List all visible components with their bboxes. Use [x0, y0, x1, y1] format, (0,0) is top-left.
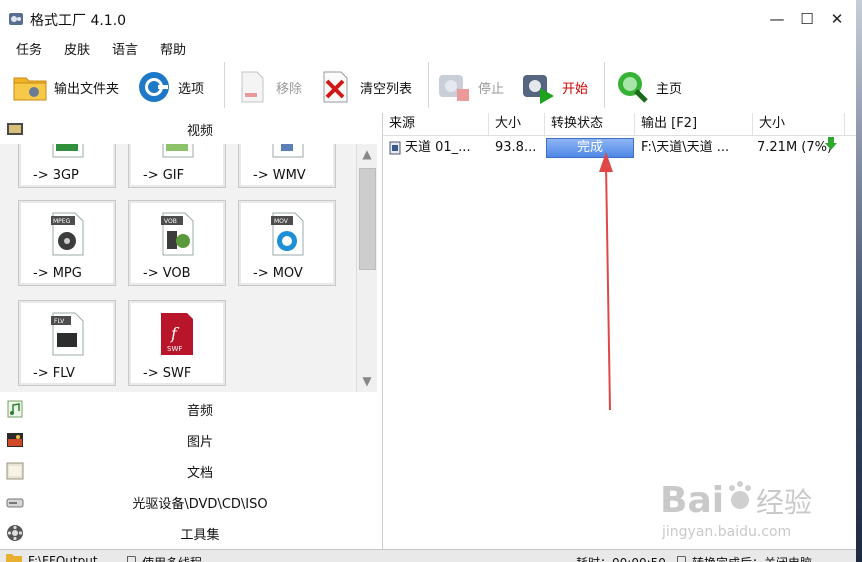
after-done-label: 转换完成后：关闭电脑 [692, 554, 812, 562]
category-panel: 视频 -> 3GP -> GIF -> WMV MPEG -> MPG VOB … [0, 114, 381, 549]
clear-list-icon [323, 71, 348, 103]
menu-task[interactable]: 任务 [16, 39, 42, 58]
wmv-file-icon [272, 144, 304, 158]
vob-file-icon: VOB [161, 212, 194, 256]
task-output: F:\天道\天道 ... [641, 140, 730, 155]
multithread-checkbox[interactable]: ☐ [126, 554, 137, 562]
multithread-label: 使用多线程 [142, 554, 202, 562]
clear-list-button[interactable]: 清空列表 [318, 66, 412, 108]
mpg-badge: MPEG [53, 218, 71, 225]
flv-file-icon: FLV [51, 312, 84, 356]
toolbar-divider [604, 62, 605, 108]
app-window: 格式工厂 4.1.0 — ☐ ✕ 任务 皮肤 语言 帮助 输出文件夹 选项 移除… [0, 0, 857, 562]
start-button[interactable]: 开始 [520, 66, 588, 108]
baidu-watermark: Bai 经验 jingyan.baidu.com [660, 480, 812, 540]
elapsed-time: 耗时：00:00:50 [576, 554, 666, 562]
options-button[interactable]: 选项 [136, 66, 204, 108]
format-grid-scrollbar[interactable]: ▲ ▼ [356, 144, 377, 392]
status-bar: F:\FFOutput ☐ 使用多线程 耗时：00:00:50 ☐ 转换完成后：… [0, 549, 856, 562]
toolbar-divider [224, 62, 225, 108]
menu-bar: 任务 皮肤 语言 帮助 [0, 38, 856, 60]
app-icon [9, 13, 23, 25]
gif-file-icon [162, 144, 194, 158]
format-flv-button[interactable]: FLV -> FLV [18, 300, 116, 386]
clear-list-label: 清空列表 [360, 81, 413, 97]
format-3gp-button[interactable]: -> 3GP [18, 144, 116, 188]
options-icon [139, 72, 169, 102]
category-image[interactable]: 图片 [0, 425, 380, 454]
vob-badge: VOB [164, 218, 177, 225]
mov-badge: MOV [274, 218, 289, 225]
options-label: 选项 [178, 81, 205, 97]
task-table-header: 来源 大小 转换状态 输出 [F2] 大小 [383, 113, 856, 136]
start-icon [523, 75, 554, 104]
category-audio[interactable]: 音频 [0, 394, 380, 423]
scroll-down-arrow-icon[interactable]: ▼ [360, 374, 374, 388]
scroll-up-arrow-icon[interactable]: ▲ [360, 147, 374, 161]
menu-help[interactable]: 帮助 [160, 39, 186, 58]
close-button[interactable]: ✕ [822, 6, 852, 32]
after-done-checkbox[interactable]: ☐ [676, 554, 687, 562]
column-status[interactable]: 转换状态 [545, 113, 635, 135]
remove-button[interactable]: 移除 [234, 66, 302, 108]
desktop-edge [856, 0, 862, 562]
menu-skin[interactable]: 皮肤 [64, 39, 90, 58]
output-folder-label: 输出文件夹 [54, 81, 120, 97]
table-row[interactable]: 天道 01_... 93.8... 完成 F:\天道\天道 ... 7.21M … [383, 137, 856, 159]
annotation-arrow [599, 152, 613, 411]
category-tools[interactable]: 工具集 [0, 518, 380, 547]
remove-icon [241, 71, 264, 103]
column-output-size[interactable]: 大小 [753, 113, 845, 135]
home-label: 主页 [656, 81, 683, 97]
category-video[interactable]: 视频 [0, 114, 380, 143]
watermark-url: jingyan.baidu.com [661, 524, 791, 540]
column-output[interactable]: 输出 [F2] [635, 113, 753, 135]
home-button[interactable]: 主页 [614, 66, 682, 108]
folder-icon [13, 77, 47, 101]
mpg-file-icon: MPEG [51, 212, 84, 256]
remove-label: 移除 [276, 81, 303, 97]
format-grid: -> 3GP -> GIF -> WMV MPEG -> MPG VOB -> … [0, 144, 356, 392]
format-vob-button[interactable]: VOB -> VOB [128, 200, 226, 286]
task-source: 天道 01_... [405, 140, 471, 155]
output-folder-button[interactable]: 输出文件夹 [12, 66, 119, 108]
swf-badge: SWF [167, 345, 182, 353]
start-label: 开始 [562, 81, 589, 97]
3gp-file-icon [52, 144, 84, 158]
category-optical-drive[interactable]: 光驱设备\DVD\CD\ISO [0, 487, 380, 516]
scrollbar-thumb[interactable] [359, 168, 376, 270]
menu-language[interactable]: 语言 [112, 39, 138, 58]
task-size: 93.8... [495, 140, 537, 155]
mov-file-icon: MOV [271, 212, 304, 256]
swf-file-icon: fSWF [161, 313, 193, 355]
column-size[interactable]: 大小 [489, 113, 545, 135]
format-wmv-button[interactable]: -> WMV [238, 144, 336, 188]
column-source[interactable]: 来源 [383, 113, 489, 135]
down-arrow-icon [825, 137, 837, 150]
window-title: 格式工厂 4.1.0 [30, 13, 127, 29]
format-mpg-button[interactable]: MPEG -> MPG [18, 200, 116, 286]
output-path[interactable]: F:\FFOutput [28, 554, 98, 562]
home-globe-icon [618, 72, 648, 103]
title-bar: 格式工厂 4.1.0 — ☐ ✕ [0, 0, 856, 38]
stop-label: 停止 [478, 81, 505, 97]
format-swf-button[interactable]: f SWF -> SWF [128, 300, 226, 386]
watermark-brand-cn: 经验 [756, 486, 812, 519]
format-gif-button[interactable]: -> GIF [128, 144, 226, 188]
flv-badge: FLV [54, 318, 65, 325]
format-mov-button[interactable]: MOV -> MOV [238, 200, 336, 286]
folder-icon [6, 554, 22, 562]
maximize-button[interactable]: ☐ [792, 6, 822, 32]
stop-icon [439, 75, 469, 101]
toolbar-divider [428, 62, 429, 108]
watermark-brand: Bai [660, 480, 724, 521]
category-document[interactable]: 文档 [0, 456, 380, 485]
minimize-button[interactable]: — [762, 6, 792, 32]
video-file-icon [389, 141, 401, 155]
stop-button[interactable]: 停止 [436, 66, 504, 108]
